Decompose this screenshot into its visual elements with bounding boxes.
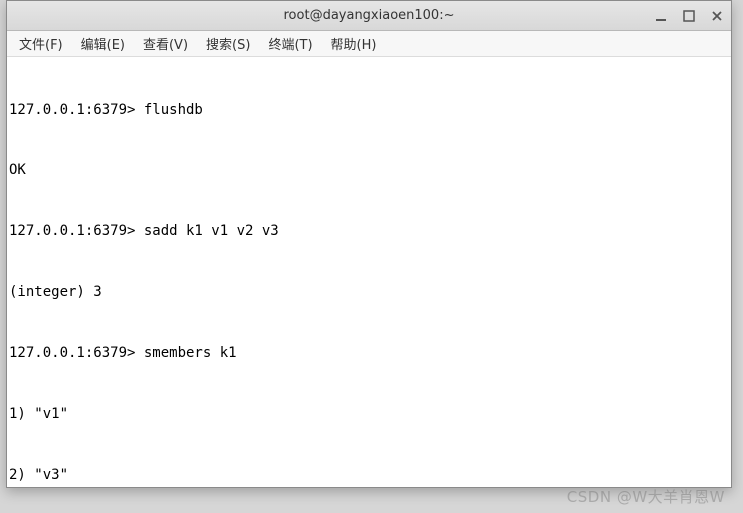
- window-title: root@dayangxiaoen100:~: [284, 8, 455, 23]
- maximize-button[interactable]: [681, 8, 697, 24]
- menu-bar: 文件(F) 编辑(E) 查看(V) 搜索(S) 终端(T) 帮助(H): [7, 31, 731, 57]
- minimize-button[interactable]: [653, 8, 669, 24]
- maximize-icon: [683, 10, 695, 22]
- terminal-line: (integer) 3: [9, 282, 729, 302]
- menu-terminal[interactable]: 终端(T): [262, 32, 318, 55]
- window-controls: [653, 1, 725, 31]
- terminal-line: 2) "v3": [9, 465, 729, 485]
- terminal-line: 127.0.0.1:6379> smembers k1: [9, 343, 729, 363]
- menu-file[interactable]: 文件(F): [13, 32, 69, 55]
- terminal-output[interactable]: 127.0.0.1:6379> flushdb OK 127.0.0.1:637…: [7, 57, 731, 487]
- terminal-line: 127.0.0.1:6379> flushdb: [9, 100, 729, 120]
- terminal-line: OK: [9, 160, 729, 180]
- close-icon: [711, 10, 723, 22]
- terminal-window: root@dayangxiaoen100:~ 文件(F) 编辑(E): [6, 0, 732, 488]
- menu-view[interactable]: 查看(V): [137, 32, 194, 55]
- menu-help[interactable]: 帮助(H): [325, 32, 383, 55]
- menu-edit[interactable]: 编辑(E): [75, 32, 131, 55]
- terminal-line: 127.0.0.1:6379> sadd k1 v1 v2 v3: [9, 221, 729, 241]
- minimize-icon: [655, 10, 667, 22]
- menu-search[interactable]: 搜索(S): [200, 32, 256, 55]
- close-button[interactable]: [709, 8, 725, 24]
- watermark: CSDN @W大羊肖恩W: [567, 486, 725, 507]
- title-bar: root@dayangxiaoen100:~: [7, 1, 731, 31]
- terminal-line: 1) "v1": [9, 404, 729, 424]
